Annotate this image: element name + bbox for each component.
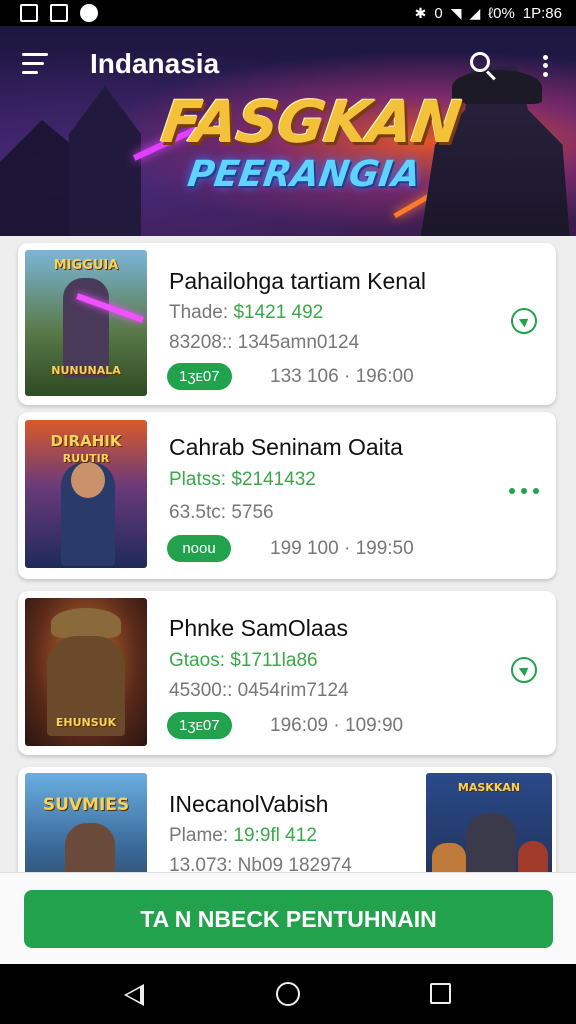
game-cover-image: DIRAHIK RUUTIR	[25, 420, 147, 568]
search-icon[interactable]	[468, 50, 500, 82]
cover-subtitle: RUUTIR	[62, 452, 110, 465]
status-badge: 1ʒᴇ07	[167, 363, 232, 390]
back-icon[interactable]	[124, 984, 144, 1006]
recent-apps-icon[interactable]	[430, 983, 451, 1004]
clock: 1P:86	[522, 4, 562, 22]
list-item[interactable]: MIGGUIA NUNUNALA Pahailohga tartiam Kena…	[18, 243, 556, 405]
game-title: INecanolVabish	[169, 791, 329, 817]
status-badge: 1ʒᴇ07	[167, 712, 232, 739]
system-navigation-bar	[0, 964, 576, 1024]
price-value: 19:9fl 412	[233, 825, 317, 846]
price-label: Gtaos:	[169, 650, 231, 671]
app-toolbar: Indanasia	[0, 26, 576, 106]
play-icon[interactable]	[511, 308, 537, 334]
price-line: Platss: $2141432	[169, 469, 316, 491]
list-item[interactable]: DIRAHIK RUUTIR Cahrab Seninam Oaita Plat…	[18, 412, 556, 579]
battery-percent: ℓ0%	[488, 4, 515, 22]
price-line: Gtaos: $1711la86	[169, 650, 318, 672]
status-badge: noou	[167, 535, 231, 562]
vibrate-indicator: 0	[434, 4, 443, 22]
price-label: Thade:	[169, 302, 234, 323]
bottom-action-bar: TA N NBECK PENTUHNAIN	[0, 872, 576, 964]
price-value: $1421 492	[233, 302, 324, 323]
signal-icon: ◢	[469, 4, 481, 21]
game-title: Pahailohga tartiam Kenal	[169, 268, 426, 294]
game-cover-image: MIGGUIA NUNUNALA	[25, 250, 147, 396]
app-notification-icon	[80, 4, 98, 22]
primary-action-button[interactable]: TA N NBECK PENTUHNAIN	[24, 890, 553, 948]
overflow-menu-icon[interactable]	[535, 50, 555, 82]
meta-line: 45300:: 0454rim7124	[169, 680, 349, 701]
cover-title: EHUNSUK	[55, 716, 117, 729]
wifi-icon: ◥	[450, 4, 462, 21]
price-label: Platss:	[169, 469, 232, 490]
cover-subtitle: NUNUNALA	[51, 364, 121, 377]
date-line: 199 100 · 199:50	[270, 538, 414, 559]
game-title: Phnke SamOlaas	[169, 615, 348, 641]
status-bar: ✱ 0 ◥ ◢ ℓ0% 1P:86	[0, 0, 576, 26]
meta-line: 63.5tc: 5756	[169, 502, 274, 523]
home-icon[interactable]	[276, 982, 300, 1006]
date-line: 133 106 · 196:00	[270, 366, 414, 387]
notification-icons	[20, 4, 98, 22]
price-value: $1711la86	[230, 650, 318, 671]
price-line: Plame: 19:9fl 412	[169, 825, 317, 847]
image-notification-icon	[20, 4, 38, 22]
gallery-notification-icon	[50, 4, 68, 22]
hamburger-menu-icon[interactable]	[22, 53, 50, 75]
cover-title: SUVMIES	[42, 795, 130, 815]
meta-line: 83208:: 1345amn0124	[169, 332, 360, 353]
game-cover-image: SUVMIES	[25, 773, 147, 872]
app-title: Indanasia	[90, 48, 220, 79]
list-item[interactable]: SUVMIES INecanolVabish Plame: 19:9fl 412…	[18, 767, 556, 872]
game-cover-image-secondary: MASKKAN	[426, 773, 552, 872]
banner-subtitle: PEERANGIA	[185, 154, 423, 195]
price-line: Thade: $1421 492	[169, 302, 323, 324]
tower-art	[69, 86, 141, 236]
cover-title: DIRAHIK	[50, 432, 122, 450]
list-item[interactable]: EHUNSUK Phnke SamOlaas Gtaos: $1711la86 …	[18, 591, 556, 755]
cover-title: MASKKAN	[457, 781, 521, 794]
meta-line: 13.073: Nb09 182974	[169, 855, 352, 872]
game-title: Cahrab Seninam Oaita	[169, 434, 403, 460]
game-cover-image: EHUNSUK	[25, 598, 147, 746]
bluetooth-icon: ✱	[414, 4, 427, 21]
cover-title: MIGGUIA	[53, 258, 119, 273]
game-list: MIGGUIA NUNUNALA Pahailohga tartiam Kena…	[0, 236, 576, 872]
date-line: 196:09 · 109:90	[270, 715, 404, 736]
price-value: $2141432	[231, 469, 316, 490]
price-label: Plame:	[169, 825, 234, 846]
play-icon[interactable]	[511, 657, 537, 683]
more-icon[interactable]	[509, 486, 539, 496]
system-icons: ✱ 0 ◥ ◢ ℓ0% 1P:86	[415, 5, 562, 22]
